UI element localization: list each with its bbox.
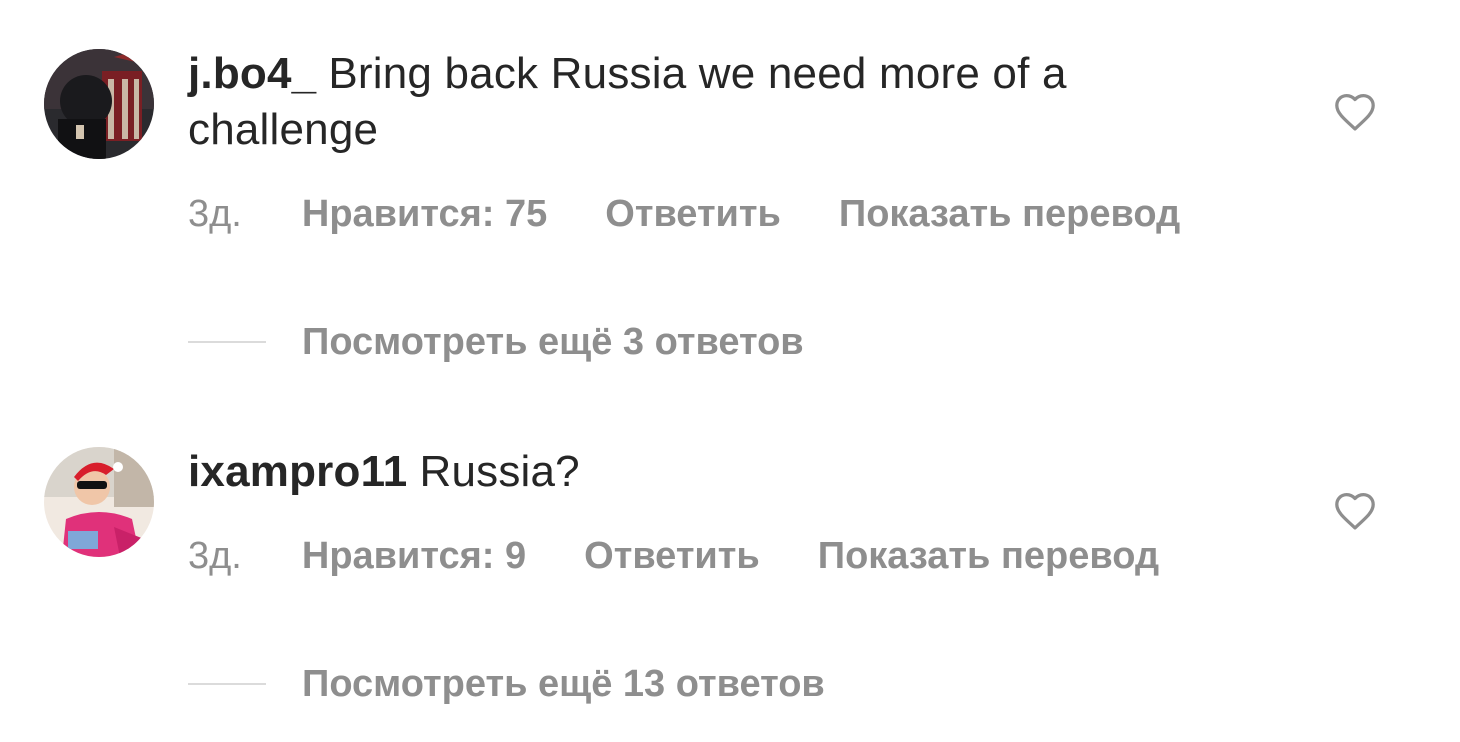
like-button[interactable] <box>1333 92 1377 132</box>
view-replies-button[interactable]: Посмотреть ещё 13 ответов <box>188 662 825 706</box>
view-replies-button[interactable]: Посмотреть ещё 3 ответов <box>188 320 804 364</box>
heart-icon <box>1335 94 1375 131</box>
likes-count[interactable]: Нравится: 75 <box>302 193 547 235</box>
comment-body: Russia? <box>419 447 580 496</box>
avatar-image <box>44 447 154 557</box>
view-replies-label: Посмотреть ещё 3 ответов <box>302 321 804 363</box>
show-translation-button[interactable]: Показать перевод <box>839 193 1180 235</box>
likes-count[interactable]: Нравится: 9 <box>302 535 526 577</box>
avatar-image <box>44 49 154 159</box>
comment-time: 3д. <box>188 193 242 235</box>
view-replies-label: Посмотреть ещё 13 ответов <box>302 663 825 705</box>
avatar[interactable] <box>44 49 154 159</box>
show-translation-button[interactable]: Показать перевод <box>818 535 1159 577</box>
reply-button[interactable]: Ответить <box>605 193 781 235</box>
heart-icon <box>1335 493 1375 530</box>
reply-button[interactable]: Ответить <box>584 535 760 577</box>
replies-divider <box>188 682 266 685</box>
replies-divider <box>188 340 266 343</box>
comment-username[interactable]: j.bo4_ <box>188 49 316 98</box>
comment-text: j.bo4_ Bring back Russia we need more of … <box>188 46 1248 158</box>
avatar[interactable] <box>44 447 154 557</box>
comment-meta: 3д. Нравится: 9 Ответить Показать перевод <box>188 534 1159 578</box>
comment-body: Bring back Russia we need more of a chal… <box>188 49 1067 154</box>
comment-time: 3д. <box>188 535 242 577</box>
comment-text: ixampro11 Russia? <box>188 444 1248 500</box>
comment-username[interactable]: ixampro11 <box>188 447 407 496</box>
comment-meta: 3д. Нравится: 75 Ответить Показать перевод <box>188 192 1180 236</box>
like-button[interactable] <box>1333 491 1377 531</box>
